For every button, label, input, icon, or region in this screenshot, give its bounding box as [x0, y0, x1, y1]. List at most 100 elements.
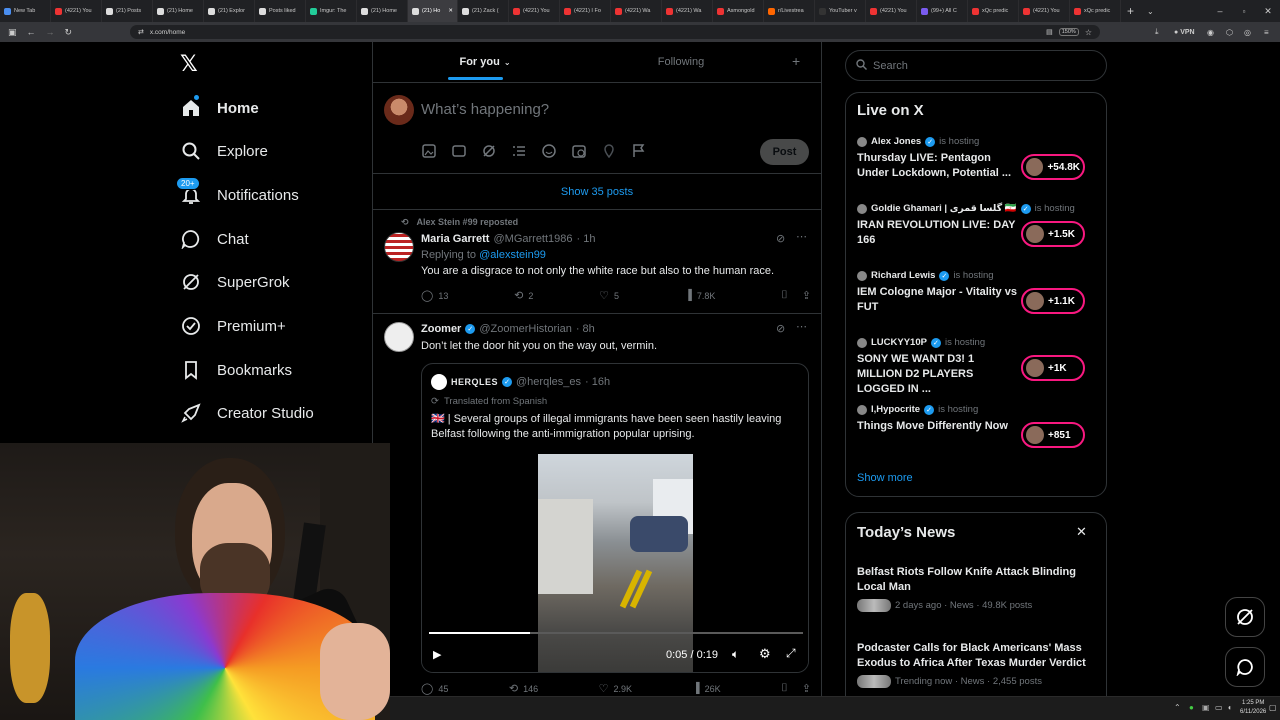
browser-tab[interactable]: (21) Posts — [102, 0, 153, 22]
close-window-button[interactable]: ✕ — [1256, 6, 1280, 17]
notification-center-icon[interactable]: ▢ — [1269, 703, 1277, 712]
author-handle[interactable]: @MGarrett1986 — [493, 233, 572, 245]
volume-tray-icon[interactable]: ◖ — [1227, 703, 1232, 712]
views-button[interactable]: ▐ 26K — [693, 682, 721, 695]
avatar[interactable] — [384, 232, 414, 262]
browser-tab[interactable]: New Tab — [0, 0, 51, 22]
avatar[interactable] — [384, 322, 414, 352]
tray-chevron-icon[interactable]: ⌃ — [1174, 703, 1181, 712]
location-icon[interactable] — [600, 142, 618, 160]
play-icon[interactable]: ▶ — [433, 648, 441, 661]
post-time[interactable]: · 8h — [576, 323, 595, 335]
browser-tab[interactable]: (99+) All C — [917, 0, 968, 22]
bookmark-button[interactable]: ⌷ ⇪ — [781, 289, 811, 302]
zoom-badge[interactable]: 150% — [1058, 28, 1079, 36]
share-icon[interactable]: ⇪ — [802, 289, 811, 302]
browser-tab[interactable]: (21) Zack ( — [458, 0, 509, 22]
tray-app-icon[interactable]: ● — [1189, 703, 1194, 712]
site-info-icon[interactable]: ⇄ — [138, 28, 144, 36]
post-card[interactable]: Zoomer ✓ @ZoomerHistorian · 8h ⊘ ⋯ Don’t… — [373, 314, 821, 700]
vpn-badge[interactable]: ● VPN — [1174, 29, 1195, 36]
fullscreen-icon[interactable]: ⤢ — [786, 646, 796, 661]
minimize-button[interactable]: – — [1208, 6, 1232, 16]
live-listener-badge[interactable]: +1.5K — [1021, 221, 1085, 247]
grok-post-icon[interactable]: ⊘ — [776, 322, 785, 335]
browser-tab[interactable]: (4221) You — [51, 0, 102, 22]
emoji-icon[interactable] — [540, 142, 558, 160]
browser-tab[interactable]: (21) Home — [153, 0, 204, 22]
browser-tab[interactable]: (21) Home — [357, 0, 408, 22]
address-field[interactable]: ⇄ x.com/home ▤ 150% ☆ — [130, 25, 1100, 39]
poll-icon[interactable] — [510, 142, 528, 160]
add-feed-icon[interactable]: + — [792, 53, 800, 69]
browser-tab[interactable]: (21) Ho ✕ — [408, 0, 458, 22]
news-item[interactable]: Belfast Riots Follow Knife Attack Blindi… — [857, 565, 1097, 612]
chat-floating-button[interactable] — [1225, 647, 1265, 687]
clock-date[interactable]: 6/11/2026 — [1240, 709, 1266, 715]
live-listener-badge[interactable]: +1.1K — [1021, 288, 1085, 314]
grok-floating-button[interactable] — [1225, 597, 1265, 637]
tab-following[interactable]: Following — [597, 42, 765, 82]
x-logo-icon[interactable]: 𝕏 — [180, 53, 202, 75]
live-listener-badge[interactable]: +851 — [1021, 422, 1085, 448]
post-button[interactable]: Post — [760, 139, 809, 165]
tray-app-icon[interactable]: ▣ — [1202, 703, 1210, 712]
network-icon[interactable]: ▭ — [1215, 703, 1223, 712]
browser-tab[interactable]: Posts liked — [255, 0, 306, 22]
bookmark-star-icon[interactable]: ☆ — [1085, 28, 1092, 37]
live-item[interactable]: Alex Jones ✓ is hosting Thursday LIVE: Pent… — [857, 136, 1097, 181]
more-options-icon[interactable]: ⋯ — [796, 230, 807, 243]
grok-post-icon[interactable]: ⊘ — [776, 232, 785, 245]
menu-icon[interactable]: ≡ — [1264, 28, 1269, 37]
download-icon[interactable]: ⤓ — [1155, 27, 1159, 37]
tab-for-you[interactable]: For you ⌄ — [373, 42, 597, 82]
news-item[interactable]: Podcaster Calls for Black Americans' Mas… — [857, 641, 1097, 688]
grok-compose-icon[interactable] — [480, 142, 498, 160]
search-input[interactable]: Search — [873, 60, 908, 72]
author-name[interactable]: Zoomer — [421, 323, 461, 335]
nav-notifications[interactable]: 20+ Notifications — [176, 175, 299, 215]
gif-icon[interactable] — [450, 142, 468, 160]
extensions-icon[interactable]: ⬡ — [1226, 28, 1233, 37]
flag-icon[interactable] — [630, 142, 648, 160]
post-time[interactable]: · 1h — [577, 233, 596, 245]
browser-tab[interactable]: xQc predic — [1070, 0, 1121, 22]
profile-icon[interactable]: ◎ — [1244, 28, 1251, 37]
live-listener-badge[interactable]: +54.8K — [1021, 154, 1085, 180]
browser-tab[interactable]: (4221) Wa — [611, 0, 662, 22]
show-more-link[interactable]: Show more — [857, 472, 913, 484]
nav-creator-studio[interactable]: Creator Studio — [180, 393, 314, 433]
live-item[interactable]: Richard Lewis ✓ is hosting IEM Cologne Majo… — [857, 270, 1097, 315]
browser-tab[interactable]: Asmongold — [713, 0, 764, 22]
reply-button[interactable]: ◯ 45 — [421, 682, 448, 695]
browser-tab[interactable]: (4221) You — [866, 0, 917, 22]
views-button[interactable]: ▐ 7.8K — [685, 289, 716, 302]
browser-tab[interactable]: (4221) You — [509, 0, 560, 22]
quoted-post[interactable]: HERQLES ✓ @herqles_es · 16h ⟳ Translated… — [421, 363, 809, 673]
compose-input[interactable]: What’s happening? — [421, 101, 549, 118]
compose-avatar[interactable] — [384, 95, 414, 125]
like-button[interactable]: ♡ 5 — [599, 289, 619, 302]
browser-tab[interactable]: Imgur: The — [306, 0, 357, 22]
bookmark-button[interactable]: ⌷ ⇪ — [781, 682, 811, 695]
nav-supergrok[interactable]: SuperGrok — [180, 262, 290, 302]
like-button[interactable]: ♡ 2.9K — [599, 682, 632, 695]
close-icon[interactable]: ✕ — [1076, 524, 1087, 540]
nav-chat[interactable]: Chat — [180, 219, 249, 259]
browser-tab[interactable]: (4221) Wa — [662, 0, 713, 22]
schedule-icon[interactable] — [570, 142, 588, 160]
more-options-icon[interactable]: ⋯ — [796, 320, 807, 333]
live-item[interactable]: I,Hypocrite ✓ is hosting Things Move Differ… — [857, 404, 1097, 448]
live-item[interactable]: LUCKYY10P ✓ is hosting SONY WE WANT D3! 1 M… — [857, 337, 1097, 397]
live-listener-badge[interactable]: +1K — [1021, 355, 1085, 381]
browser-tab[interactable]: xQc predic — [968, 0, 1019, 22]
settings-gear-icon[interactable]: ⚙ — [759, 646, 771, 662]
maximize-button[interactable]: ▫ — [1232, 7, 1256, 16]
live-item[interactable]: Goldie Ghamari | گلسا قمری 🇮🇷 ✓ is hosting… — [857, 203, 1097, 248]
nav-premium[interactable]: Premium+ — [180, 306, 286, 346]
post-card[interactable]: ⟲ Alex Stein #99 reposted Maria Garrett … — [373, 210, 821, 313]
tab-close-icon[interactable]: ✕ — [448, 8, 453, 14]
nav-bookmarks[interactable]: Bookmarks — [180, 350, 292, 390]
repost-button[interactable]: ⟲ 146 — [509, 682, 538, 695]
tab-search-icon[interactable]: ⌄ — [1147, 7, 1154, 16]
